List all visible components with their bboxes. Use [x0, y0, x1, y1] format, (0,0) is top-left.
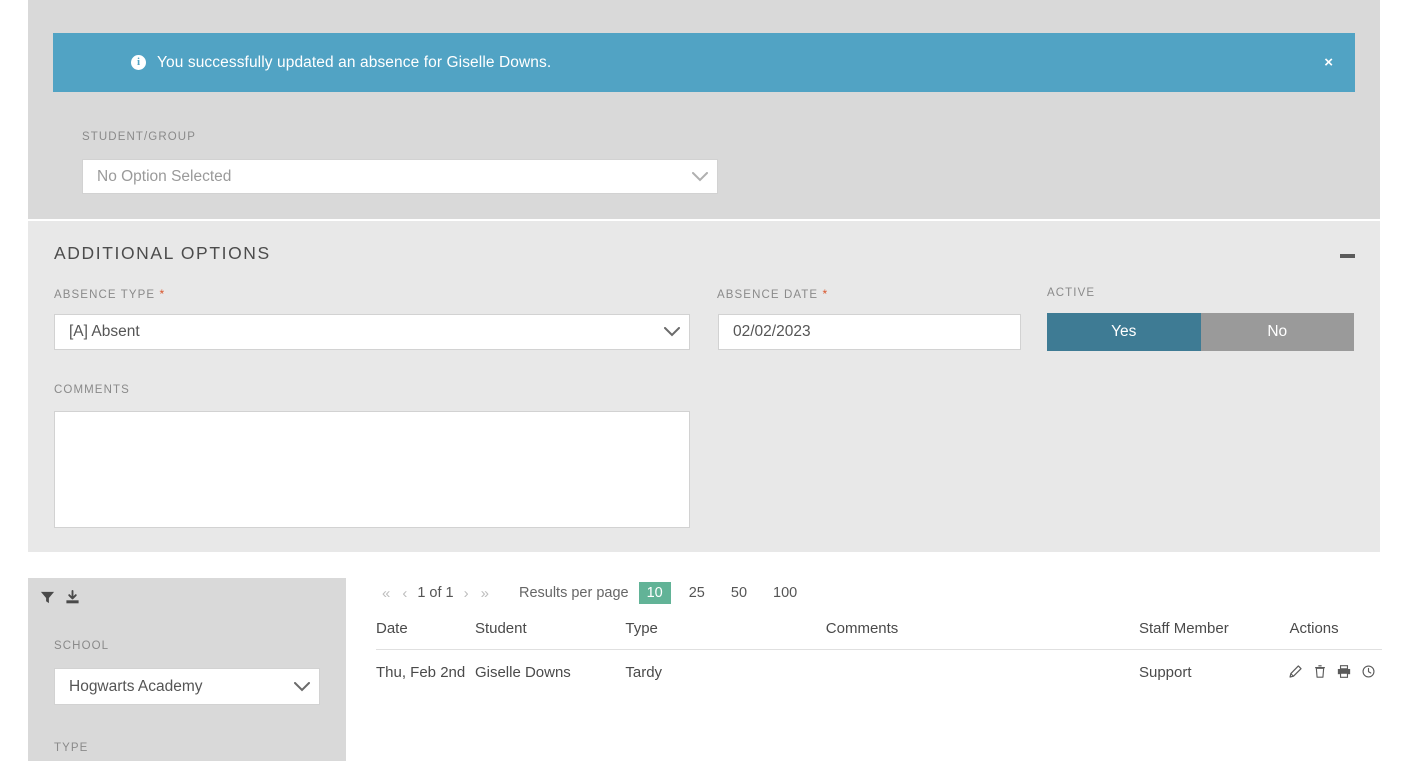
pagination: « ‹ 1 of 1 › » Results per page 10 25 50…: [376, 582, 805, 604]
pagination-prev-button[interactable]: ‹: [396, 585, 413, 602]
results-area: « ‹ 1 of 1 › » Results per page 10 25 50…: [364, 578, 1382, 761]
absences-table: Date Student Type Comments Staff Member …: [376, 620, 1382, 682]
absence-date-label-text: ABSENCE DATE: [717, 289, 819, 301]
student-group-panel: i You successfully updated an absence fo…: [28, 0, 1380, 219]
comments-textarea[interactable]: [54, 411, 690, 528]
filter-toolbar: [40, 590, 80, 610]
student-group-value: No Option Selected: [97, 167, 232, 185]
chevron-down-icon: [655, 315, 689, 349]
active-toggle: Yes No: [1047, 313, 1354, 351]
column-header-comments[interactable]: Comments: [825, 620, 1139, 650]
results-per-page-25[interactable]: 25: [681, 582, 713, 604]
cell-date: Thu, Feb 2nd: [376, 664, 466, 682]
alert-message: You successfully updated an absence for …: [157, 53, 552, 71]
results-per-page-10[interactable]: 10: [638, 582, 671, 604]
cell-actions: [1289, 650, 1382, 682]
page-root: i You successfully updated an absence fo…: [0, 0, 1401, 761]
cell-comments: [826, 650, 1139, 682]
table-row: Thu, Feb 2nd Giselle Downs Tardy Support: [376, 650, 1382, 682]
pagination-page-text: 1 of 1: [417, 585, 454, 601]
student-group-label: STUDENT/GROUP: [82, 131, 196, 143]
print-icon[interactable]: [1337, 664, 1351, 682]
student-group-select[interactable]: No Option Selected: [82, 159, 718, 194]
active-no-button[interactable]: No: [1200, 313, 1354, 351]
chevron-down-icon: [683, 160, 717, 193]
school-filter-select[interactable]: Hogwarts Academy: [54, 668, 320, 705]
pagination-last-button[interactable]: »: [475, 585, 495, 602]
absence-type-label: ABSENCE TYPE *: [54, 287, 165, 301]
alert-close-button[interactable]: ×: [1324, 55, 1333, 70]
absence-type-select[interactable]: [A] Absent: [54, 314, 690, 350]
absence-date-input[interactable]: [718, 314, 1021, 350]
filter-icon[interactable]: [40, 590, 55, 610]
active-label: ACTIVE: [1047, 287, 1096, 299]
info-circle-icon: i: [131, 55, 146, 70]
edit-icon[interactable]: [1289, 664, 1303, 682]
column-header-type[interactable]: Type: [625, 620, 826, 650]
cell-student-link[interactable]: Giselle Downs: [475, 650, 625, 682]
minus-icon[interactable]: [1338, 248, 1356, 264]
absence-type-value: [A] Absent: [69, 323, 140, 340]
comments-label: COMMENTS: [54, 384, 130, 396]
cell-staff-member-link[interactable]: Support: [1139, 650, 1289, 682]
results-per-page-100[interactable]: 100: [765, 582, 805, 604]
required-marker: *: [822, 287, 829, 301]
type-filter-label: TYPE: [54, 742, 89, 754]
cell-type: Tardy: [625, 664, 663, 682]
delete-icon[interactable]: [1314, 664, 1326, 682]
pagination-first-button[interactable]: «: [376, 585, 396, 602]
pagination-next-button[interactable]: ›: [458, 585, 475, 602]
chevron-down-icon: [285, 669, 319, 704]
absence-date-label: ABSENCE DATE *: [717, 287, 828, 301]
additional-options-title: ADDITIONAL OPTIONS: [54, 243, 271, 263]
column-header-date[interactable]: Date: [376, 620, 475, 650]
table-header-row: Date Student Type Comments Staff Member …: [376, 620, 1382, 650]
results-per-page-label: Results per page: [518, 585, 629, 601]
school-filter-value: Hogwarts Academy: [69, 677, 203, 695]
column-header-actions: Actions: [1289, 620, 1382, 650]
column-header-staff-member[interactable]: Staff Member: [1138, 620, 1290, 650]
download-icon[interactable]: [65, 590, 80, 610]
absence-type-label-text: ABSENCE TYPE: [54, 289, 156, 301]
active-yes-button[interactable]: Yes: [1047, 313, 1201, 351]
results-per-page-50[interactable]: 50: [723, 582, 755, 604]
required-marker: *: [159, 287, 166, 301]
school-filter-label: SCHOOL: [54, 640, 110, 652]
success-alert: i You successfully updated an absence fo…: [53, 33, 1355, 92]
column-header-student[interactable]: Student: [474, 620, 626, 650]
history-icon[interactable]: [1362, 665, 1375, 682]
